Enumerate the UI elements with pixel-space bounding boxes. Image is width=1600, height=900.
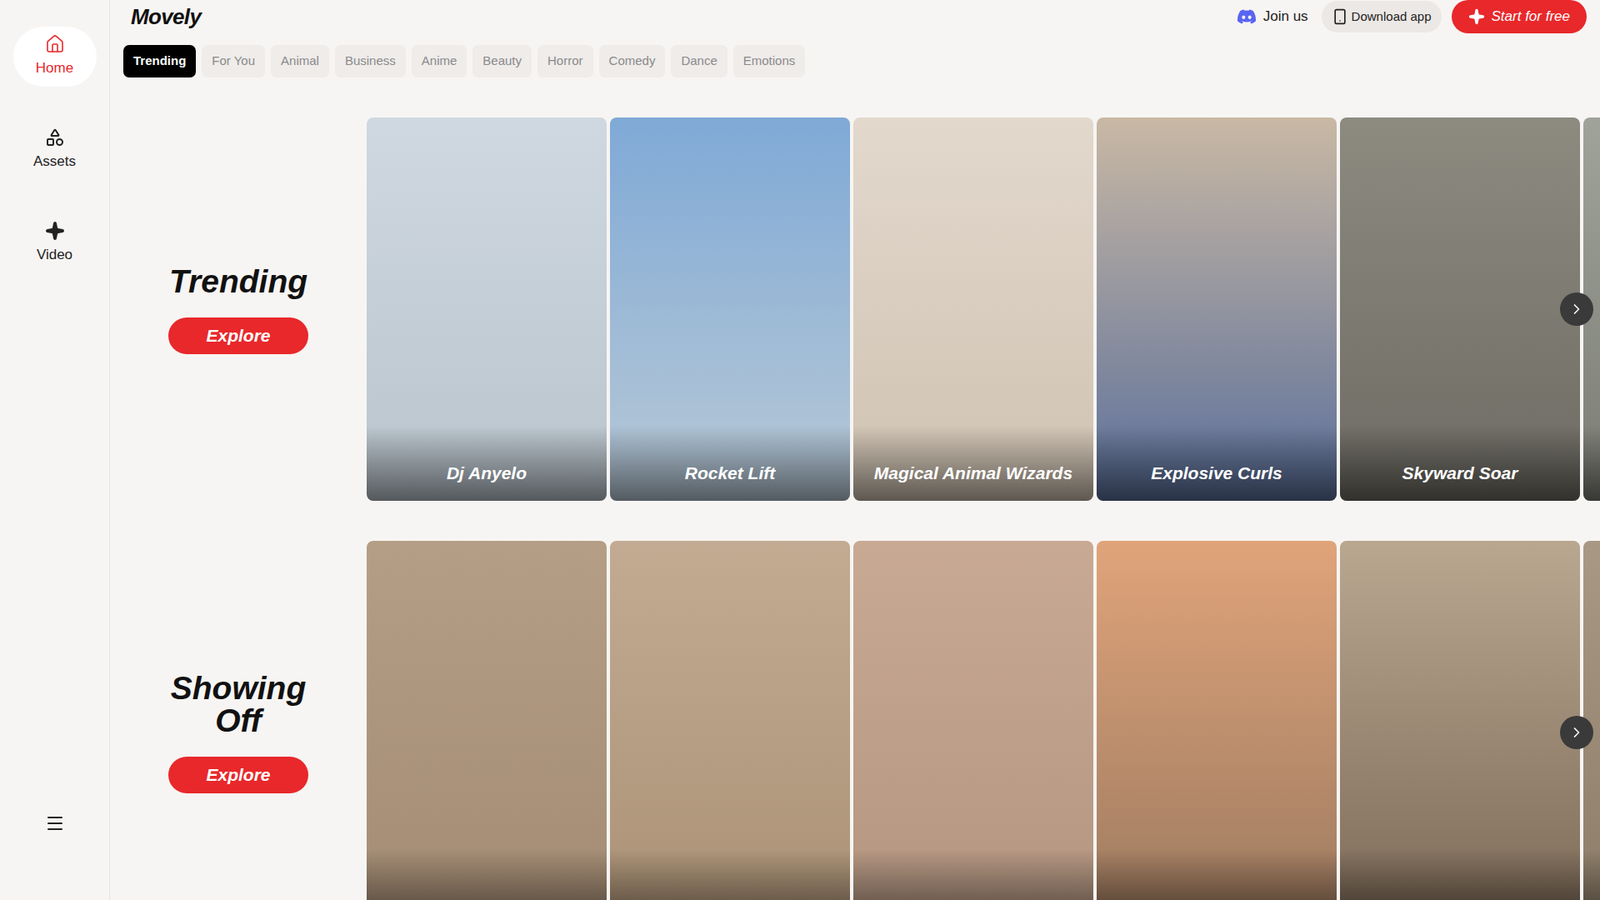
card-label: Dj Anyelo [366,460,607,487]
section-title: Trending [159,265,318,298]
category-tab[interactable]: Emotions [733,45,806,78]
template-card[interactable] [1340,540,1580,900]
category-tab[interactable]: Anime [411,45,468,78]
category-tab[interactable]: Dance [670,45,727,78]
category-tab[interactable]: Business [335,45,406,78]
template-card[interactable] [366,540,607,900]
logo[interactable]: Movely [130,0,201,34]
template-card[interactable]: Dj Anyelo [366,117,607,501]
next-button[interactable] [1560,292,1594,326]
template-card[interactable] [1096,540,1337,900]
app: Home Assets Video Movely Join us Download app… [0,0,1600,900]
card-label: Rocket Lift [610,460,850,487]
template-card[interactable]: Explosive Curls [1096,117,1337,501]
sidebar-item[interactable]: Home [13,26,97,87]
explore-button[interactable]: Explore [168,756,309,794]
sidebar-item[interactable]: Assets [13,120,97,180]
template-card[interactable]: Magical Animal Wizards [853,117,1094,501]
download-button[interactable]: Download app [1321,0,1442,33]
section: Showing Off Explore [110,540,1600,900]
explore-button[interactable]: Explore [168,317,309,355]
phone-icon [1331,8,1349,25]
section: Trending Explore Dj AnyeloRocket LiftMagic… [110,117,1600,501]
card-label: Explosive Curls [1096,460,1337,487]
sparkle-icon [45,220,65,241]
menu-icon[interactable] [45,813,65,834]
start-button[interactable]: Start for free [1451,0,1587,34]
card-label: Magical Animal Wizards [853,460,1094,487]
header: Movely Join us Download app Start for free [110,0,1600,34]
template-card[interactable]: Skyward Soar [1340,117,1580,501]
chevron-right-icon [1568,300,1585,318]
template-card[interactable]: Rocket Lift [610,117,850,501]
category-tab[interactable]: Beauty [472,45,532,78]
category-tab[interactable]: Trending [123,45,196,78]
join-button[interactable]: Join us [1230,5,1315,28]
chevron-right-icon [1568,724,1585,741]
category-tab[interactable]: Comedy [599,45,666,78]
discord-icon [1236,6,1257,27]
card-label: Skyward Soar [1340,460,1580,487]
category-tab[interactable]: Horror [537,45,594,78]
template-card[interactable] [610,540,850,900]
sparkle-icon [1468,8,1485,25]
category-tabs: TrendingFor YouAnimalBusinessAnimeBeauty… [110,33,1600,78]
assets-icon [45,127,65,148]
home-icon [45,34,65,55]
template-card[interactable] [853,540,1094,900]
section-title: Showing Off [159,671,318,737]
category-tab[interactable]: For You [201,45,265,78]
next-button[interactable] [1560,715,1594,750]
sidebar: Home Assets Video [0,0,110,900]
sidebar-item[interactable]: Video [13,213,97,274]
category-tab[interactable]: Animal [270,45,330,78]
main: MovelyJoin usDownload appStart for freeT… [110,0,1600,900]
